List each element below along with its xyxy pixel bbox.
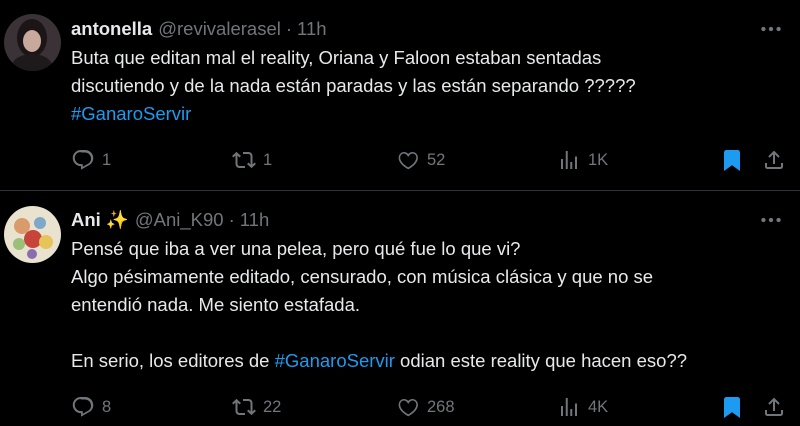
views-button[interactable]: 4K: [557, 395, 608, 419]
share-button[interactable]: [762, 395, 786, 419]
retweet-button[interactable]: 1: [232, 148, 272, 172]
retweet-button[interactable]: 22: [232, 395, 281, 419]
analytics-icon: [561, 151, 577, 169]
bookmark-button[interactable]: [720, 395, 744, 419]
tweet-actions: 1 1 52 1K: [71, 143, 784, 177]
reply-icon: [72, 150, 94, 170]
display-name[interactable]: Ani: [71, 209, 101, 231]
reply-count: 1: [102, 150, 112, 169]
retweet-icon: [232, 398, 256, 416]
tweet-text: Pensé que iba a ver una pelea, pero qué …: [71, 235, 784, 375]
reply-icon: [72, 397, 94, 417]
tweet-line: entendió nada. Me siento estafada.: [71, 294, 361, 315]
timestamp[interactable]: 11h: [240, 209, 270, 231]
views-count: 1K: [588, 150, 609, 169]
retweet-count: 22: [263, 397, 282, 416]
reply-button[interactable]: 8: [71, 395, 111, 419]
avatar[interactable]: [4, 14, 61, 71]
share-icon: [765, 397, 783, 416]
views-count: 4K: [588, 397, 609, 416]
like-button[interactable]: 268: [396, 395, 455, 419]
tweet-line: Buta que editan mal el reality, Oriana y…: [71, 47, 602, 68]
reply-count: 8: [102, 397, 112, 416]
timestamp[interactable]: 11h: [297, 18, 327, 40]
more-options-icon[interactable]: [758, 207, 784, 233]
text-segment: En serio, los editores de: [71, 350, 275, 371]
tweet-text: Buta que editan mal el reality, Oriana y…: [71, 44, 784, 128]
tweet-content: Ani ✨ @Ani_K90 · 11h Pensé que iba a ver…: [71, 205, 784, 375]
like-count: 52: [427, 150, 446, 169]
tweet-line: discutiendo y de la nada están paradas y…: [71, 75, 636, 96]
avatar[interactable]: [4, 206, 61, 263]
tweet-line: Pensé que iba a ver una pelea, pero qué …: [71, 238, 521, 259]
tweet[interactable]: antonella @revivalerasel · 11h Buta que …: [0, 0, 800, 191]
separator-dot: ·: [285, 18, 293, 39]
like-button[interactable]: 52: [396, 148, 445, 172]
retweet-count: 1: [263, 150, 273, 169]
tweet-content: antonella @revivalerasel · 11h Buta que …: [71, 14, 784, 128]
display-name[interactable]: antonella: [71, 18, 152, 40]
user-handle[interactable]: @Ani_K90: [135, 209, 224, 231]
more-options-icon[interactable]: [758, 16, 784, 42]
analytics-icon: [561, 398, 577, 416]
tweet[interactable]: Ani ✨ @Ani_K90 · 11h Pensé que iba a ver…: [0, 191, 800, 426]
sparkles-emoji: ✨: [105, 209, 129, 230]
tweet-line: Algo pésimamente editado, censurado, con…: [71, 266, 654, 287]
tweet-header: antonella @revivalerasel · 11h: [71, 14, 784, 44]
bookmark-icon: [724, 397, 740, 418]
share-icon: [765, 150, 783, 169]
views-button[interactable]: 1K: [557, 148, 608, 172]
hashtag-link[interactable]: #GanaroServir: [275, 350, 395, 371]
user-handle[interactable]: @revivalerasel: [158, 18, 281, 40]
retweet-icon: [232, 151, 256, 169]
heart-icon: [398, 398, 418, 417]
bookmark-button[interactable]: [720, 148, 744, 172]
heart-icon: [398, 151, 418, 170]
text-segment: odian este reality que hacen eso??: [394, 350, 688, 371]
tweet-line: En serio, los editores de #GanaroServir …: [71, 347, 784, 375]
tweet-header: Ani ✨ @Ani_K90 · 11h: [71, 205, 784, 235]
tweet-actions: 8 22 268 4K: [71, 390, 784, 424]
reply-button[interactable]: 1: [71, 148, 111, 172]
hashtag-link[interactable]: #GanaroServir: [71, 100, 784, 128]
share-button[interactable]: [762, 148, 786, 172]
like-count: 268: [427, 397, 455, 416]
separator-dot: ·: [228, 209, 235, 230]
bookmark-icon: [724, 150, 740, 171]
